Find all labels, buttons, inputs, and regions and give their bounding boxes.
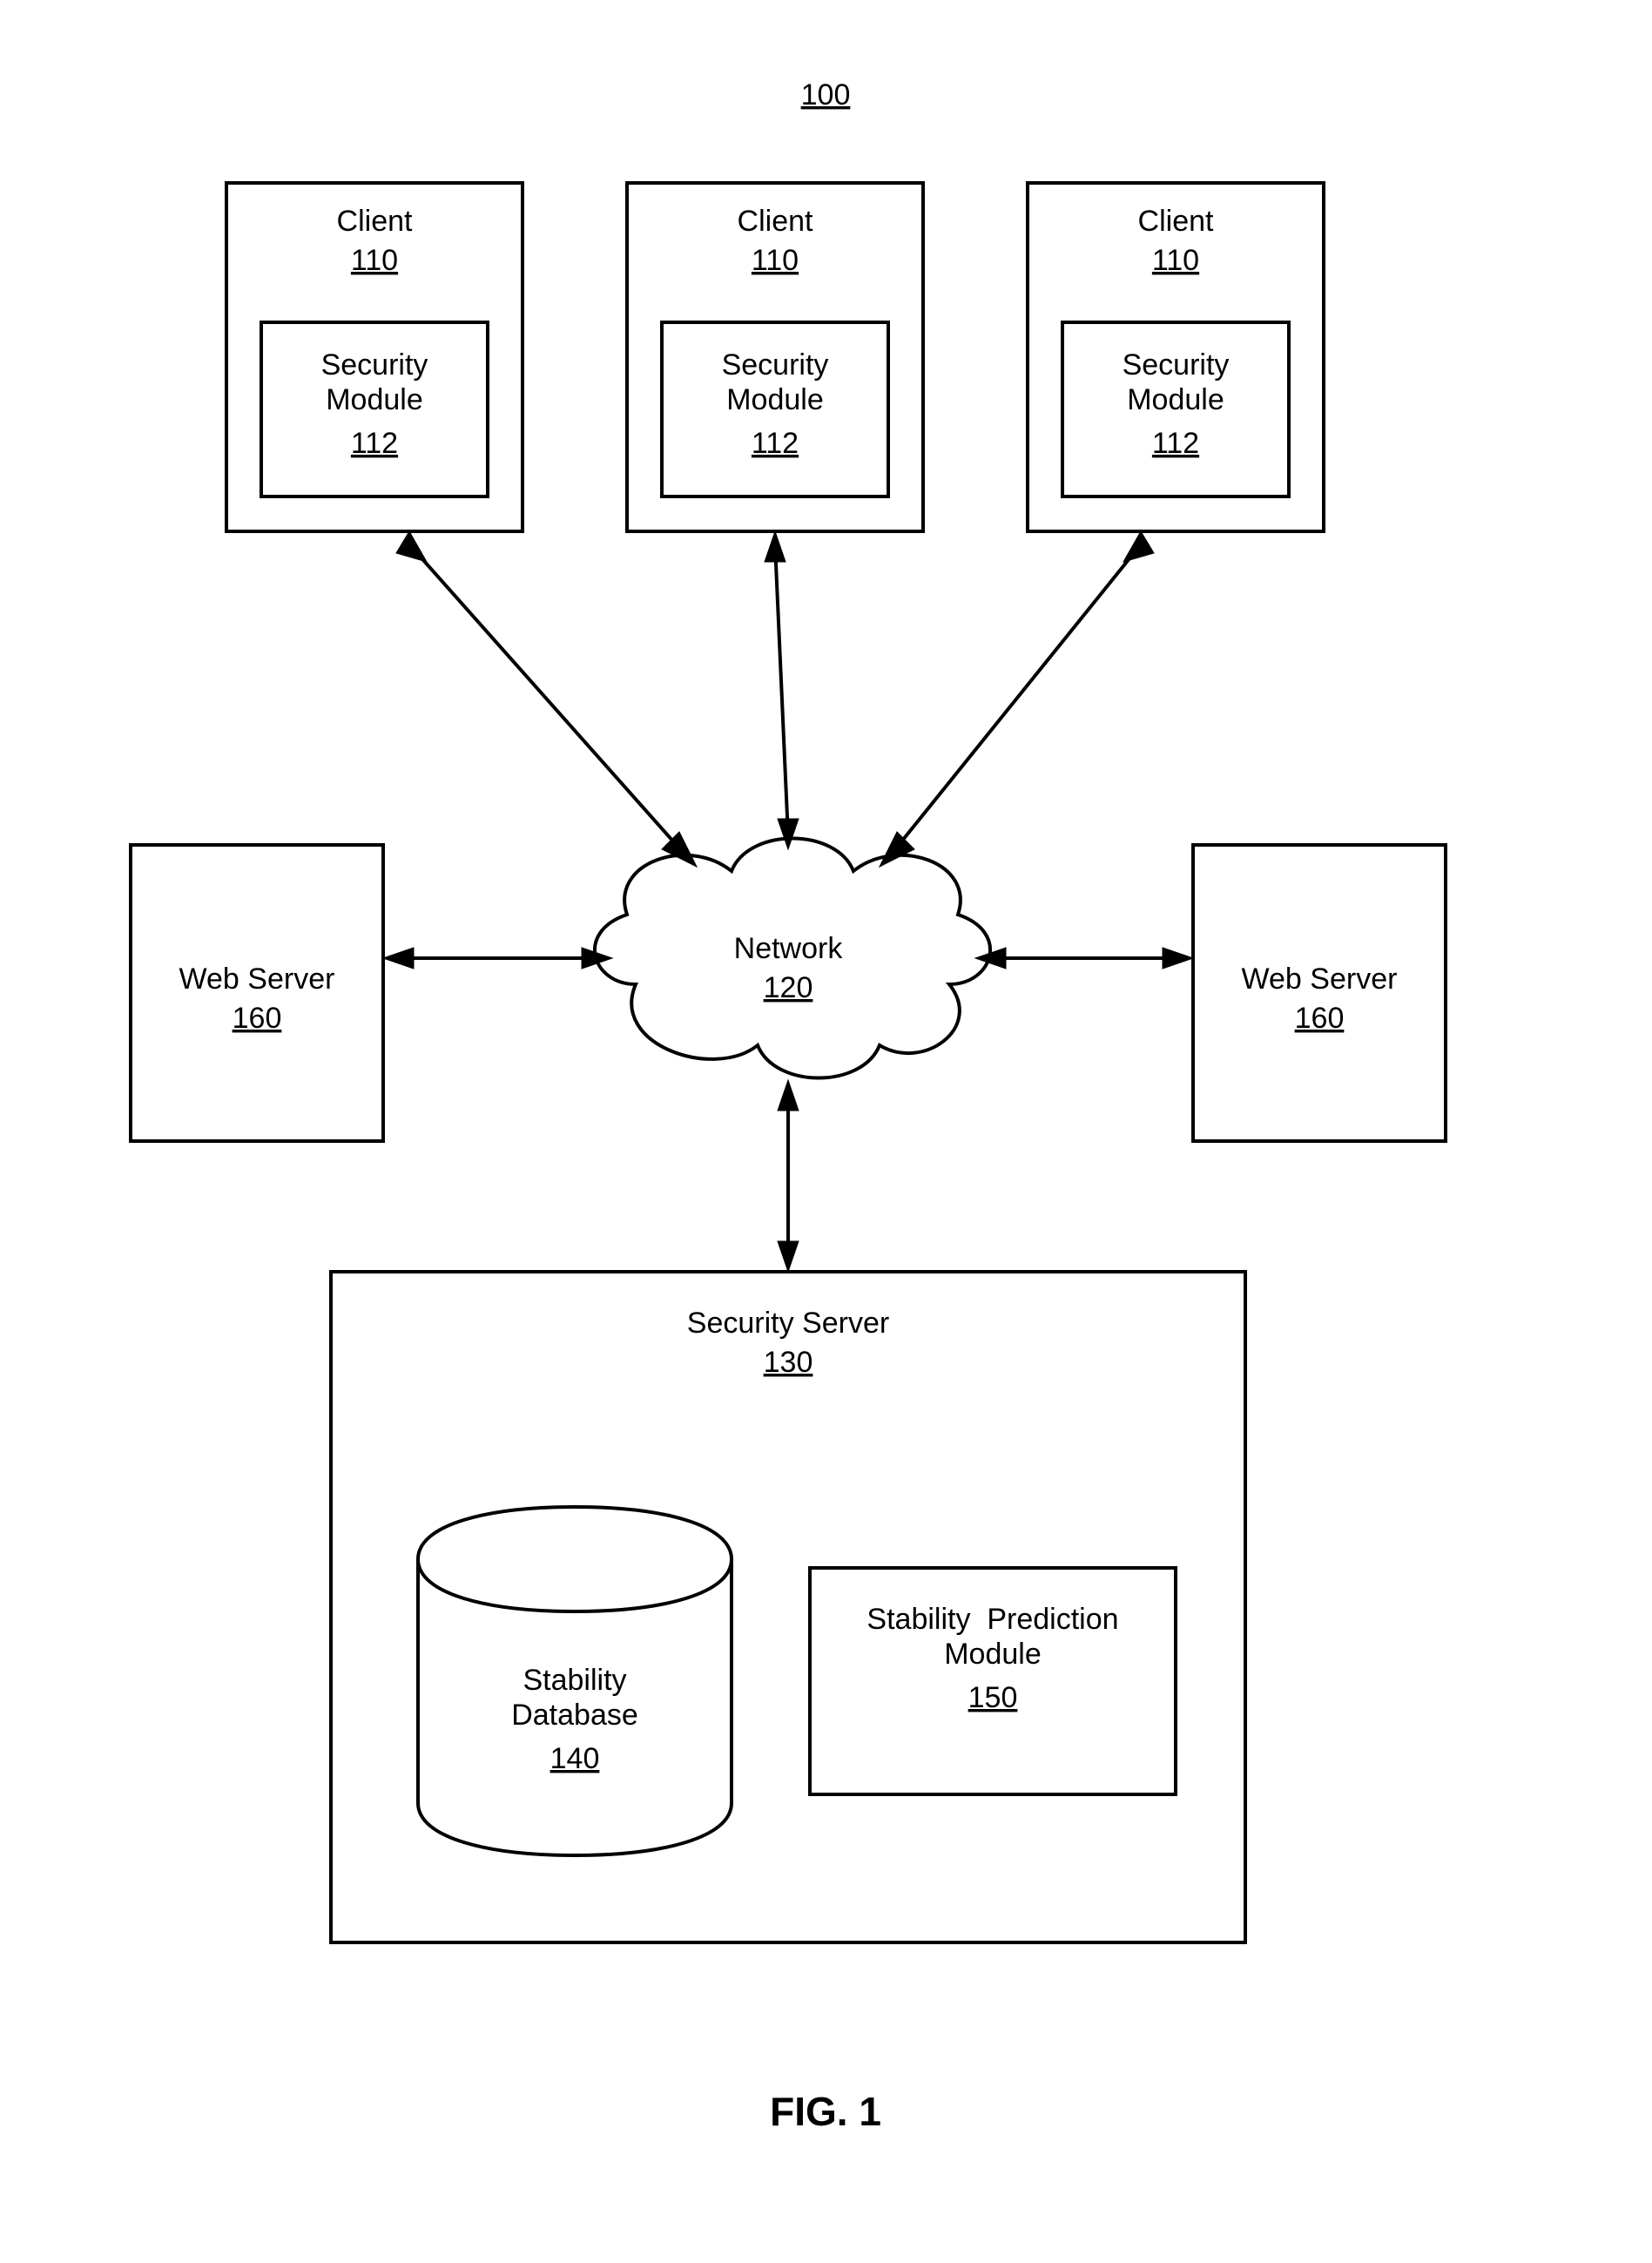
- client-ref: 110: [1152, 244, 1199, 277]
- security-server-label: Security Server: [687, 1307, 889, 1340]
- network-cloud: Network 120: [595, 839, 990, 1078]
- stability-database: Stability Database 140: [418, 1507, 732, 1855]
- connector-webserver-right-network: [975, 948, 1193, 969]
- diagram-canvas: 100 Client 110 Security Module 112 Clien…: [0, 0, 1652, 2263]
- client-ref: 110: [351, 244, 398, 277]
- security-module-ref: 112: [1152, 427, 1199, 460]
- database-label-line1: Stability: [523, 1664, 626, 1697]
- client-label: Client: [1138, 205, 1214, 238]
- network-ref: 120: [764, 971, 813, 1004]
- web-server-right: Web Server 160: [1193, 845, 1446, 1141]
- web-server-left: Web Server 160: [131, 845, 383, 1141]
- prediction-label-line2: Module: [944, 1638, 1042, 1671]
- connector-network-securityserver: [778, 1080, 799, 1272]
- web-server-label: Web Server: [179, 963, 335, 996]
- prediction-label-line1: Stability Prediction: [866, 1603, 1118, 1636]
- security-module-label-line2: Module: [1127, 383, 1224, 416]
- network-label: Network: [734, 932, 844, 965]
- client-label: Client: [738, 205, 813, 238]
- prediction-ref: 150: [968, 1681, 1018, 1714]
- database-ref: 140: [550, 1742, 600, 1775]
- web-server-ref: 160: [1295, 1002, 1345, 1035]
- security-server-box: Security Server 130 Stability Database 1…: [331, 1272, 1245, 1942]
- figure-reference: 100: [801, 78, 851, 111]
- connector-client2-network: [765, 531, 799, 849]
- client-ref: 110: [752, 244, 799, 277]
- connector-client1-network: [396, 531, 697, 867]
- security-module-label-line2: Module: [726, 383, 824, 416]
- figure-caption: FIG. 1: [770, 2089, 881, 2134]
- security-module-label-line1: Security: [722, 348, 829, 382]
- web-server-label: Web Server: [1242, 963, 1398, 996]
- connector-webserver-left-network: [383, 948, 612, 969]
- client-box-1: Client 110 Security Module 112: [226, 183, 523, 531]
- security-server-ref: 130: [764, 1346, 813, 1379]
- database-label-line2: Database: [511, 1699, 638, 1732]
- connector-client3-network: [880, 531, 1154, 867]
- client-box-3: Client 110 Security Module 112: [1028, 183, 1324, 531]
- security-module-ref: 112: [752, 427, 799, 460]
- security-module-label-line1: Security: [321, 348, 428, 382]
- security-module-label-line1: Security: [1123, 348, 1230, 382]
- security-module-label-line2: Module: [326, 383, 423, 416]
- security-module-ref: 112: [351, 427, 398, 460]
- stability-prediction-module: Stability Prediction Module 150: [810, 1568, 1176, 1794]
- client-label: Client: [337, 205, 413, 238]
- web-server-ref: 160: [233, 1002, 282, 1035]
- client-box-2: Client 110 Security Module 112: [627, 183, 923, 531]
